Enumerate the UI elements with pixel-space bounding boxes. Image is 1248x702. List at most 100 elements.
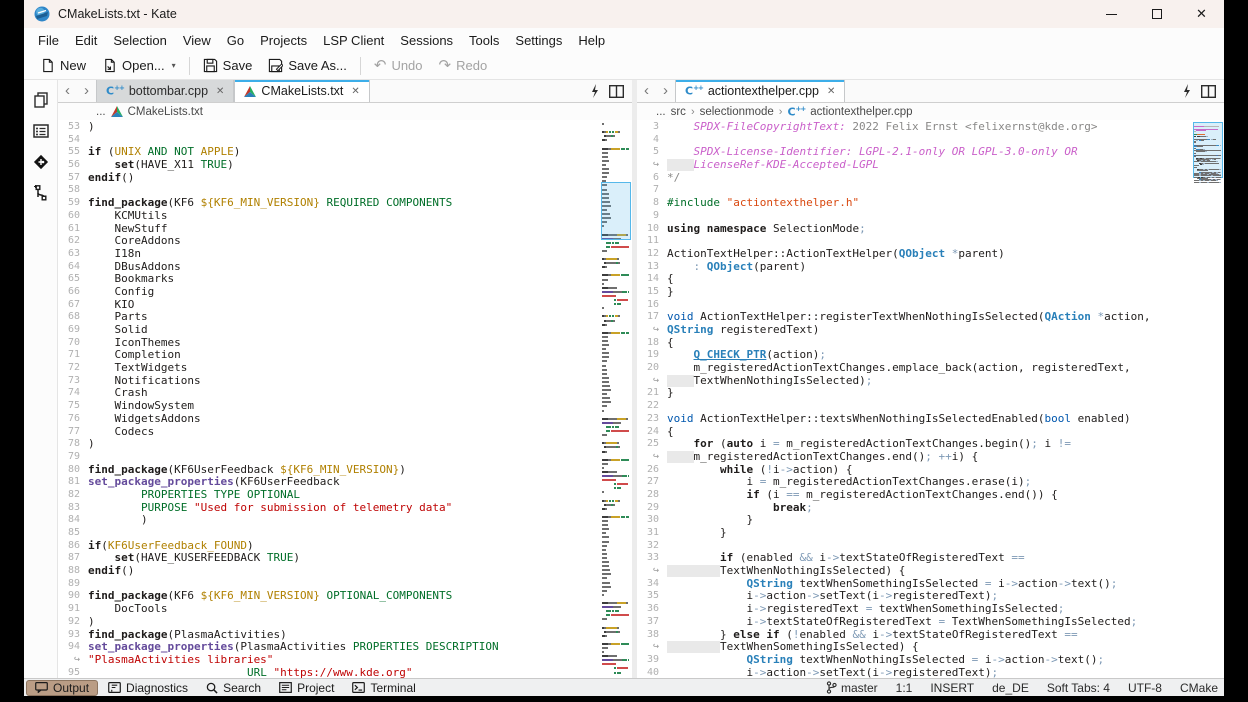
code-line: {	[667, 337, 1192, 350]
left-tabbar-icons	[582, 80, 632, 102]
breadcrumb-selectionmode[interactable]: selectionmode	[700, 106, 774, 118]
code-row: ↪ TextWhenNothingIsSelected) {	[637, 565, 1192, 578]
left-minimap-viewport[interactable]	[601, 182, 631, 240]
right-code[interactable]: 3 SPDX-FileCopyrightText: 2022 Felix Ern…	[637, 120, 1192, 678]
menu-lsp-client[interactable]: LSP Client	[315, 31, 392, 50]
code-line: i->textStateOfRegisteredText = TextWhenS…	[667, 616, 1192, 629]
documents-icon[interactable]	[31, 90, 51, 110]
line-number: 79	[58, 451, 88, 464]
menu-sessions[interactable]: Sessions	[392, 31, 461, 50]
left-editor[interactable]: 53)5455if (UNIX AND NOT APPLE)56 set(HAV…	[58, 120, 632, 678]
menu-go[interactable]: Go	[219, 31, 252, 50]
git-branch-icon[interactable]	[31, 183, 51, 203]
left-code[interactable]: 53)5455if (UNIX AND NOT APPLE)56 set(HAV…	[58, 120, 600, 678]
menu-settings[interactable]: Settings	[507, 31, 570, 50]
code-row: 38 } else if (!enabled && i->textStateOf…	[637, 629, 1192, 642]
quick-open-bolt-icon[interactable]	[590, 84, 599, 98]
tab-close-icon[interactable]: ✕	[351, 86, 359, 97]
open-button[interactable]: Open... ▾	[94, 56, 184, 75]
save-button[interactable]: Save	[195, 56, 261, 75]
split-view-icon[interactable]	[609, 85, 624, 98]
titlebar[interactable]: CMakeLists.txt - Kate ✕	[24, 0, 1224, 28]
tab-cmakelists-txt[interactable]: CMakeLists.txt✕	[234, 80, 369, 102]
code-line: Bookmarks	[88, 273, 600, 286]
toolview-button-diagnostics[interactable]: Diagnostics	[100, 680, 196, 696]
code-line: Solid	[88, 324, 600, 337]
line-number: 38	[637, 629, 667, 642]
toolview-button-output[interactable]: Output	[26, 680, 98, 696]
line-number: 86	[58, 540, 88, 553]
syntax-mode[interactable]: CMake	[1180, 681, 1218, 695]
code-line: DocTools	[88, 603, 600, 616]
code-line: TextWhenSomethingIsSelected) {	[667, 641, 1192, 654]
right-editor[interactable]: 3 SPDX-FileCopyrightText: 2022 Felix Ern…	[637, 120, 1224, 678]
tab-actiontexthelper-cpp[interactable]: C++actiontexthelper.cpp✕	[675, 80, 845, 102]
tab-forward-icon[interactable]: ›	[656, 80, 675, 102]
code-line: find_package(PlasmaActivities)	[88, 629, 600, 642]
kate-app-icon	[34, 6, 50, 22]
code-row: 87 set(HAVE_KUSERFEEDBACK TRUE)	[58, 552, 600, 565]
menu-tools[interactable]: Tools	[461, 31, 507, 50]
menu-projects[interactable]: Projects	[252, 31, 315, 50]
code-line	[667, 235, 1192, 248]
menu-file[interactable]: File	[30, 31, 67, 50]
close-button[interactable]: ✕	[1179, 0, 1224, 28]
breadcrumb-cmakelists-txt[interactable]: CMakeLists.txt	[128, 106, 203, 118]
left-minimap-scrollbar[interactable]	[600, 120, 632, 678]
menu-edit[interactable]: Edit	[67, 31, 105, 50]
git-diamond-icon[interactable]	[31, 152, 51, 172]
quick-open-bolt-icon[interactable]	[1182, 84, 1191, 98]
input-mode[interactable]: INSERT	[930, 681, 974, 695]
cursor-position[interactable]: 1:1	[896, 681, 913, 695]
toolview-button-project[interactable]: Project	[271, 680, 342, 696]
right-minimap-scrollbar[interactable]	[1192, 120, 1224, 678]
tab-close-icon[interactable]: ✕	[827, 86, 835, 97]
open-dropdown-icon[interactable]: ▾	[172, 61, 176, 70]
tab-forward-icon[interactable]: ›	[77, 80, 96, 102]
tab-mode[interactable]: Soft Tabs: 4	[1047, 681, 1110, 695]
undo-button[interactable]: ↶ Undo	[366, 56, 431, 75]
line-number: 32	[637, 540, 667, 553]
cpp-file-icon: C++	[106, 85, 124, 97]
line-number: 75	[58, 400, 88, 413]
breadcrumb-actiontexthelper-cpp[interactable]: actiontexthelper.cpp	[810, 106, 912, 118]
code-line: QString textWhenSomethingIsSelected = i-…	[667, 578, 1192, 591]
line-number: 65	[58, 273, 88, 286]
save-as-button[interactable]: Save As...	[260, 56, 355, 75]
tab-bottombar-cpp[interactable]: C++bottombar.cpp✕	[96, 80, 234, 102]
menu-selection[interactable]: Selection	[105, 31, 174, 50]
git-branch-status[interactable]: master	[826, 681, 878, 695]
code-row: 32	[637, 540, 1192, 553]
menu-help[interactable]: Help	[570, 31, 613, 50]
line-number: 73	[58, 375, 88, 388]
line-number: 92	[58, 616, 88, 629]
tab-back-icon[interactable]: ‹	[58, 80, 77, 102]
encoding[interactable]: UTF-8	[1128, 681, 1162, 695]
code-line: QString textWhenNothingIsSelected = i->a…	[667, 654, 1192, 667]
minimize-button[interactable]	[1089, 0, 1134, 28]
menu-view[interactable]: View	[175, 31, 219, 50]
line-number: 59	[58, 197, 88, 210]
line-number: 55	[58, 146, 88, 159]
line-number: 15	[637, 286, 667, 299]
code-row: 16	[637, 299, 1192, 312]
redo-button[interactable]: ↷ Redo	[431, 56, 496, 75]
code-line: QString registeredText)	[667, 324, 1192, 337]
dictionary[interactable]: de_DE	[992, 681, 1029, 695]
toolview-button-terminal[interactable]: Terminal	[344, 680, 423, 696]
tab-back-icon[interactable]: ‹	[637, 80, 656, 102]
toolview-button-search[interactable]: Search	[198, 680, 269, 696]
line-number: 61	[58, 223, 88, 236]
code-line: set_package_properties(KF6UserFeedback	[88, 476, 600, 489]
symbols-list-icon[interactable]	[31, 121, 51, 141]
maximize-button[interactable]	[1134, 0, 1179, 28]
line-number: 36	[637, 603, 667, 616]
code-line: while (!i->action) {	[667, 464, 1192, 477]
split-view-icon[interactable]	[1201, 85, 1216, 98]
code-row: ↪"PlasmaActivities libraries"	[58, 654, 600, 667]
new-button[interactable]: New	[32, 56, 94, 75]
code-row: 85	[58, 527, 600, 540]
tab-close-icon[interactable]: ✕	[216, 86, 224, 97]
close-icon: ✕	[1196, 6, 1207, 22]
breadcrumb-src[interactable]: src	[671, 106, 686, 118]
